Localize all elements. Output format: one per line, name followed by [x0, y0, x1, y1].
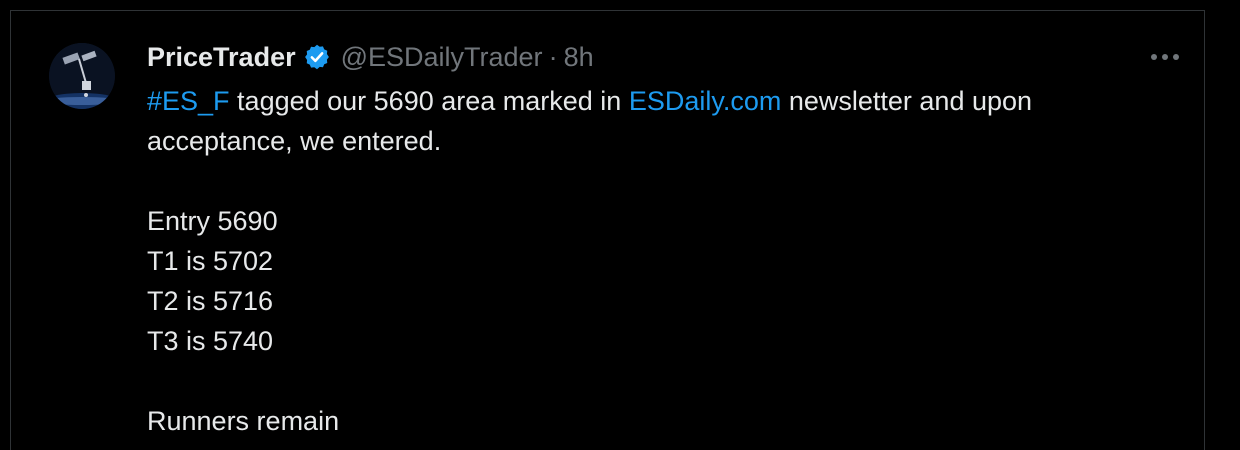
header-separator: ·: [548, 41, 558, 72]
target-3-line: T3 is 5740: [147, 326, 274, 356]
tweet-line-2: acceptance, we entered.: [147, 126, 442, 156]
website-link[interactable]: ESDaily.com: [629, 86, 782, 116]
target-1-line: T1 is 5702: [147, 246, 274, 276]
target-2-line: T2 is 5716: [147, 286, 274, 316]
tweet-text-segment: newsletter and upon: [781, 86, 1033, 116]
tweet-card[interactable]: PriceTrader @ESDailyTrader · 8h #ES_F ta…: [10, 10, 1205, 450]
tweet-line-1: #ES_F tagged our 5690 area marked in ESD…: [147, 81, 1177, 121]
more-options-icon[interactable]: [1149, 45, 1181, 69]
tweet-timestamp[interactable]: 8h: [564, 42, 594, 73]
closing-line: Runners remain: [147, 406, 340, 436]
avatar[interactable]: [49, 43, 115, 109]
tweet-header: PriceTrader @ESDailyTrader · 8h: [147, 39, 594, 75]
tweet-text: #ES_F tagged our 5690 area marked in ESD…: [147, 81, 1177, 441]
satellite-image: [49, 43, 115, 109]
verified-badge-icon: [303, 43, 331, 71]
author-name[interactable]: PriceTrader: [147, 42, 296, 73]
author-handle[interactable]: @ESDailyTrader: [341, 42, 543, 73]
timeline-frame: PriceTrader @ESDailyTrader · 8h #ES_F ta…: [0, 0, 1240, 450]
hashtag-link[interactable]: #ES_F: [147, 86, 230, 116]
entry-line: Entry 5690: [147, 206, 278, 236]
tweet-text-segment: tagged our 5690 area marked in: [229, 86, 629, 116]
